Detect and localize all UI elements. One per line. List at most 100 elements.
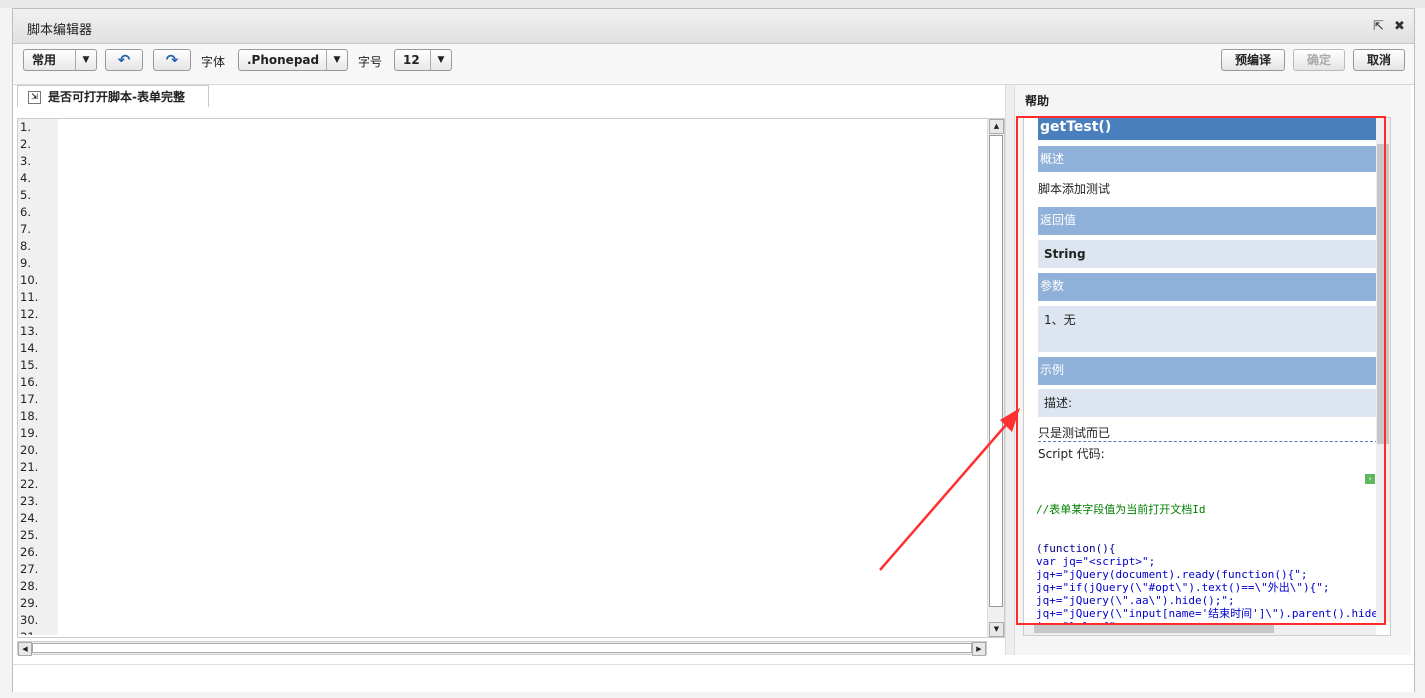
line-number: 12. (20, 307, 39, 321)
redo-icon: ↷ (165, 51, 179, 69)
line-number: 28. (20, 579, 39, 593)
chevron-down-icon: ▼ (75, 50, 96, 70)
cancel-button[interactable]: 取消 (1353, 49, 1405, 71)
scroll-right-icon[interactable]: ▶ (972, 642, 986, 656)
return-header: 返回值 (1038, 207, 1378, 235)
overview-header: 概述 (1038, 146, 1378, 172)
line-number: 26. (20, 545, 39, 559)
line-number: 20. (20, 443, 39, 457)
example-header: 示例 (1038, 357, 1378, 385)
params-header: 参数 (1038, 273, 1378, 301)
dialog-footer (13, 664, 1414, 692)
precompile-button[interactable]: 预编译 (1221, 49, 1285, 71)
example-code: //表单某字段值为当前打开文档Id (function(){var jq="<s… (1036, 477, 1376, 635)
line-number: 11. (20, 290, 39, 304)
background-breadcrumb (0, 0, 1425, 8)
tab-script[interactable]: ⇲ 是否可打开脚本-表单完整 (17, 85, 209, 107)
line-number: 31. (18, 629, 58, 635)
line-number: 23. (20, 494, 39, 508)
line-number: 1. (20, 120, 31, 134)
code-line: jq+="jQuery(document).ready(function(){"… (1036, 568, 1308, 581)
popout-icon[interactable]: ⇱ (1373, 19, 1384, 34)
line-number: 22. (20, 477, 39, 491)
script-code-label: Script 代码: (1038, 447, 1105, 461)
line-number: 13. (20, 324, 39, 338)
line-number: 4. (20, 171, 31, 185)
font-dropdown[interactable]: .Phonepad ▼ (238, 49, 348, 71)
editor-panel: ⇲ 是否可打开脚本-表单完整 1. 2. 3. 4. 5. 6. 7. 8. 9. 10. 11. 1… (15, 85, 1005, 656)
script-file-icon: ⇲ (28, 91, 41, 104)
background-sidebar (0, 40, 12, 240)
size-dropdown-value: 12 (403, 53, 420, 67)
redo-button[interactable]: ↷ (153, 49, 191, 71)
code-line: jq+="jQuery(\"input[name='结束时间']\").pare… (1036, 607, 1376, 620)
line-number: 27. (20, 562, 39, 576)
line-number: 30. (20, 613, 39, 627)
size-label: 字号 (358, 55, 383, 69)
code-editor[interactable]: 1. 2. 3. 4. 5. 6. 7. 8. 9. 10. 11. 12. 13. 14. 15. 16. 1… (17, 118, 1005, 638)
line-number: 10. (20, 273, 39, 287)
line-number: 18. (20, 409, 39, 423)
editor-toolbar: 常用 ▼ ↶ ↷ 字体 .Phonepad ▼ 字号 12 ▼ 预编译 确定 取… (13, 44, 1414, 85)
params-value: 1、无 (1038, 306, 1378, 352)
code-line: var jq="<script>"; (1036, 555, 1156, 568)
line-number: 25. (20, 528, 39, 542)
line-number: 17. (20, 392, 39, 406)
code-lines: (function(){var jq="<script>"; jq+="jQuer… (1036, 542, 1376, 635)
chevron-down-icon: ▼ (326, 50, 347, 70)
size-dropdown[interactable]: 12 ▼ (394, 49, 452, 71)
description-label: 描述: (1038, 389, 1378, 417)
common-dropdown[interactable]: 常用 ▼ (23, 49, 97, 71)
line-number: 9. (20, 256, 31, 270)
overview-text: 脚本添加测试 (1038, 182, 1111, 196)
line-number: 5. (20, 188, 31, 202)
scroll-thumb[interactable] (32, 643, 972, 653)
line-number-gutter: 1. 2. 3. 4. 5. 6. 7. 8. 9. 10. 11. 12. 13. 14. 15. 16. 1… (18, 119, 58, 635)
close-icon[interactable]: ✖ (1394, 19, 1405, 34)
chevron-down-icon: ▼ (430, 50, 451, 70)
scroll-down-icon[interactable]: ▼ (989, 622, 1004, 637)
code-comment: //表单某字段值为当前打开文档Id (1036, 503, 1206, 516)
line-number: 14. (20, 341, 39, 355)
line-number: 24. (20, 511, 39, 525)
help-horizontal-scrollbar[interactable] (1024, 623, 1376, 635)
help-panel: 帮助 getTest() 概述 脚本添加测试 返回值 String 参数 1、无… (1015, 85, 1411, 655)
scroll-up-icon[interactable]: ▲ (989, 119, 1004, 134)
line-number: 3. (20, 154, 31, 168)
line-number: 21. (20, 460, 39, 474)
line-number: 6. (20, 205, 31, 219)
undo-icon: ↶ (117, 51, 131, 69)
code-line: jq+="if(jQuery(\"#opt\").text()==\"外出\")… (1036, 581, 1330, 594)
code-line: (function(){ (1036, 542, 1116, 555)
scroll-thumb[interactable] (989, 135, 1003, 607)
line-number: 15. (20, 358, 39, 372)
line-number: 16. (20, 375, 39, 389)
line-number: 19. (20, 426, 39, 440)
dialog-titlebar: 脚本编辑器 ⇱ ✖ (13, 9, 1414, 44)
scroll-left-icon[interactable]: ◀ (18, 642, 32, 656)
dialog-title: 脚本编辑器 (27, 23, 93, 38)
help-content: getTest() 概述 脚本添加测试 返回值 String 参数 1、无 示例… (1023, 117, 1391, 636)
line-number: 29. (20, 596, 39, 610)
description-text: 只是测试而已 (1038, 426, 1111, 440)
editor-vertical-scrollbar[interactable]: ▲ ▼ (987, 119, 1004, 637)
help-vertical-scrollbar[interactable] (1376, 118, 1390, 622)
line-number: 8. (20, 239, 31, 253)
editor-horizontal-scrollbar[interactable]: ◀ ▶ (17, 641, 987, 656)
panel-splitter[interactable] (1005, 85, 1015, 655)
line-number: 2. (20, 137, 31, 151)
return-value: String (1038, 240, 1378, 268)
undo-button[interactable]: ↶ (105, 49, 143, 71)
scroll-thumb[interactable] (1377, 144, 1389, 444)
common-dropdown-label: 常用 (32, 53, 57, 67)
tab-label: 是否可打开脚本-表单完整 (48, 90, 185, 104)
script-editor-dialog: 脚本编辑器 ⇱ ✖ 常用 ▼ ↶ ↷ 字体 .Phonepad ▼ 字号 12 … (12, 8, 1415, 692)
font-dropdown-value: .Phonepad (247, 53, 320, 67)
help-panel-title: 帮助 (1025, 94, 1050, 108)
divider (1038, 441, 1378, 442)
function-name: getTest() (1038, 118, 1378, 140)
scroll-thumb[interactable] (1034, 625, 1274, 633)
code-line: jq+="jQuery(\".aa\").hide();"; (1036, 594, 1235, 607)
confirm-button[interactable]: 确定 (1293, 49, 1345, 71)
line-number: 7. (20, 222, 31, 236)
